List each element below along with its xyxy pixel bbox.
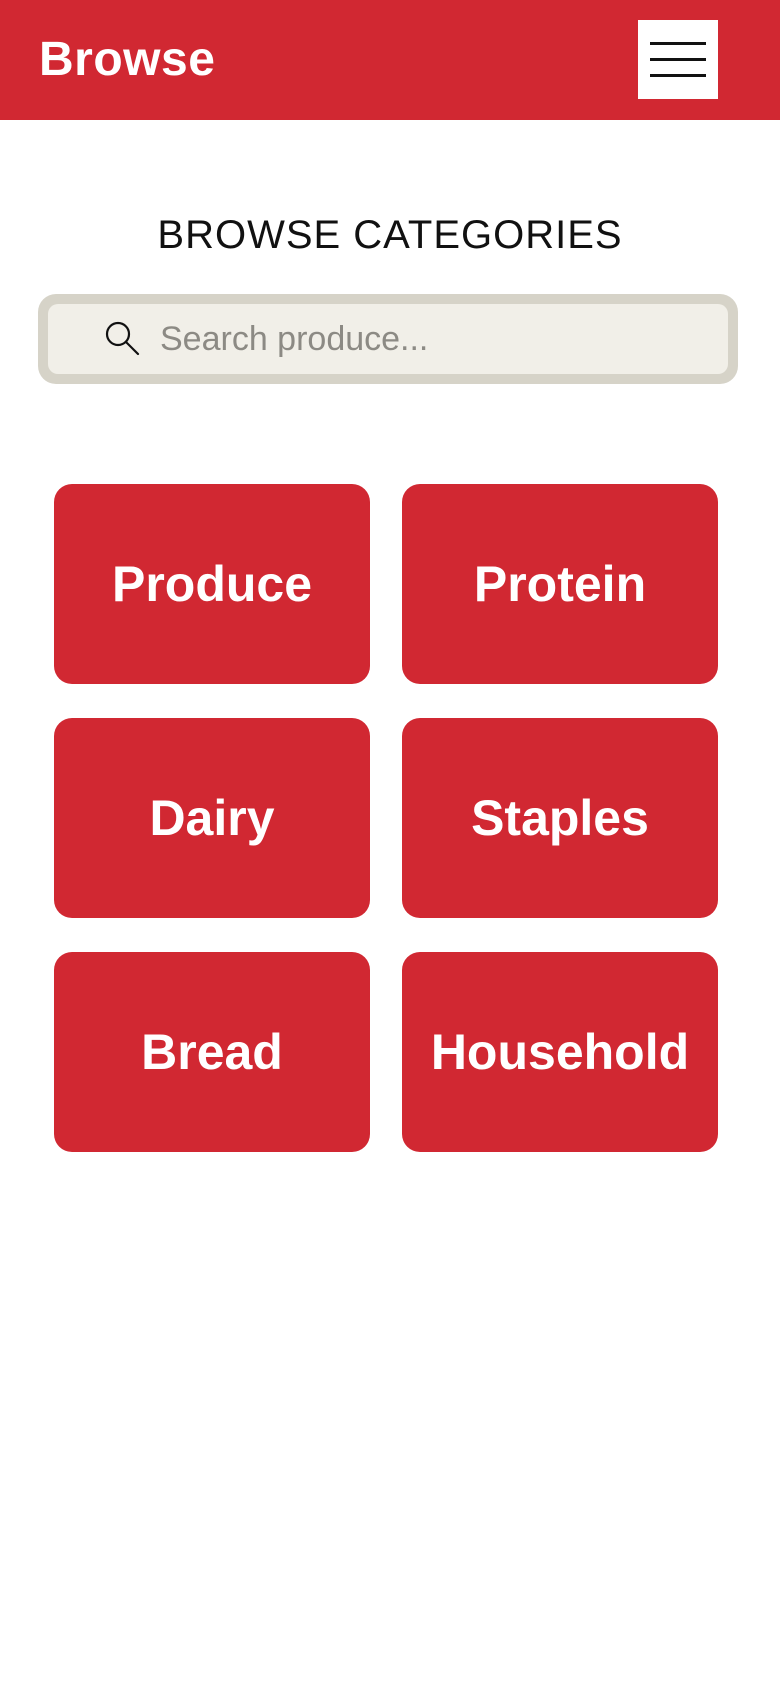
page-title: Browse: [39, 33, 216, 86]
app-header: Browse: [0, 0, 780, 120]
category-bread-button[interactable]: Bread: [54, 952, 370, 1152]
category-produce-button[interactable]: Produce: [54, 484, 370, 684]
app-screen: Browse BROWSE CATEGORIES Produce Protein…: [0, 0, 780, 1688]
menu-icon-line: [650, 42, 706, 45]
menu-icon-line: [650, 58, 706, 61]
menu-button[interactable]: [638, 20, 718, 99]
category-protein-button[interactable]: Protein: [402, 484, 718, 684]
search-field-container[interactable]: [48, 304, 728, 374]
section-heading: BROWSE CATEGORIES: [157, 213, 623, 257]
category-staples-button[interactable]: Staples: [402, 718, 718, 918]
category-household-button[interactable]: Household: [402, 952, 718, 1152]
search-bar: [38, 294, 738, 384]
menu-icon-line: [650, 74, 706, 77]
search-input[interactable]: [160, 309, 700, 369]
category-dairy-button[interactable]: Dairy: [54, 718, 370, 918]
search-icon: [102, 318, 144, 360]
